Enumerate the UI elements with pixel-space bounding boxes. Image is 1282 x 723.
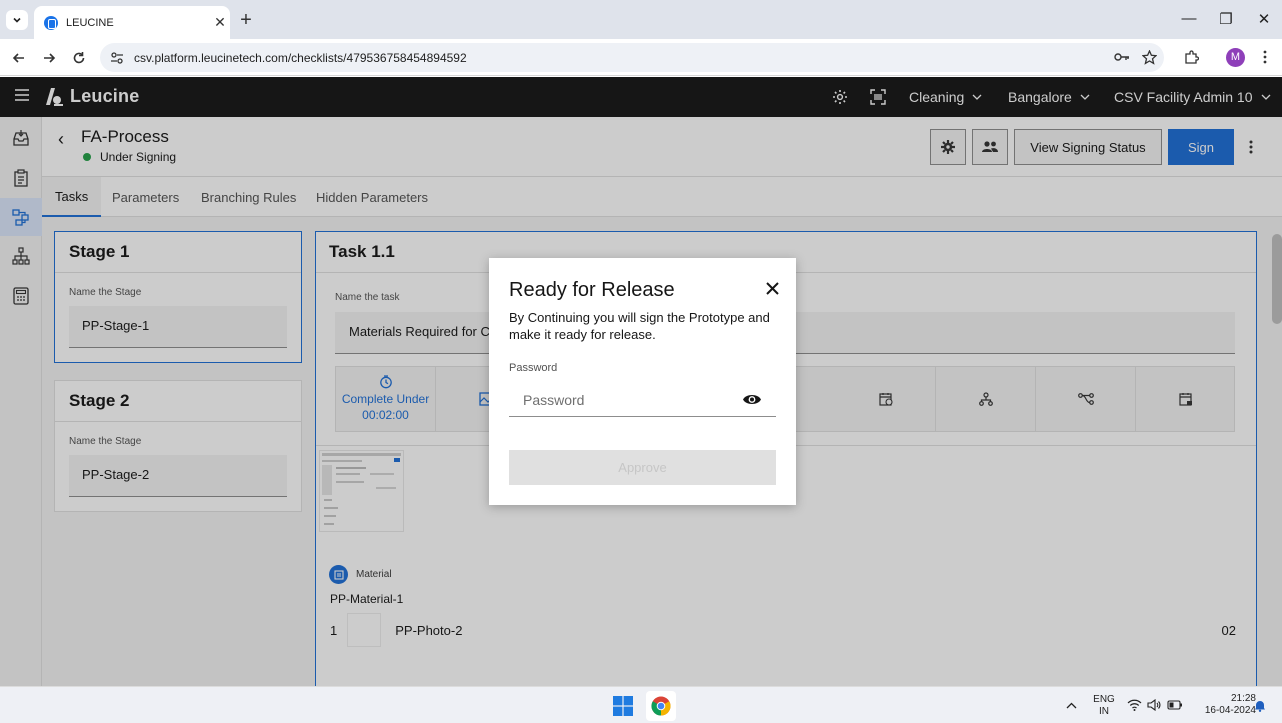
show-password-eye-icon[interactable] [741, 390, 763, 408]
os-taskbar: ENG IN 21:28 16-04-2024 [0, 686, 1282, 723]
password-key-icon[interactable] [1111, 46, 1133, 68]
modal-description: By Continuing you will sign the Prototyp… [509, 310, 770, 342]
password-input[interactable] [509, 383, 776, 417]
tab-close-icon[interactable]: ✕ [210, 14, 230, 31]
browser-toolbar: csv.platform.leucinetech.com/checklists/… [0, 39, 1282, 76]
language-indicator[interactable]: ENG IN [1090, 694, 1118, 718]
browser-tab[interactable]: LEUCINE ✕ [34, 6, 230, 39]
clock-date: 16-04-2024 [1204, 705, 1256, 716]
language-code: ENG [1093, 694, 1115, 705]
wifi-icon[interactable] [1126, 698, 1142, 712]
site-settings-icon[interactable] [110, 51, 124, 65]
browser-tab-title: LEUCINE [66, 16, 114, 29]
chevron-up-icon[interactable] [1064, 698, 1078, 712]
chevron-down-icon [13, 17, 21, 23]
tab-search-button[interactable] [6, 10, 28, 30]
browser-tab-strip: LEUCINE ✕ + — ❐ ✕ [0, 0, 1282, 39]
new-tab-button[interactable]: + [236, 9, 256, 31]
back-arrow-icon[interactable] [8, 47, 30, 69]
extensions-icon[interactable] [1180, 46, 1202, 68]
notification-bell-icon[interactable] [1253, 698, 1267, 712]
volume-icon[interactable] [1146, 698, 1162, 712]
reload-icon[interactable] [68, 47, 90, 69]
battery-icon[interactable] [1166, 698, 1184, 712]
approve-button[interactable]: Approve [509, 450, 776, 485]
close-window-button[interactable]: ✕ [1249, 10, 1279, 28]
windows-start-icon[interactable] [612, 695, 634, 717]
address-bar[interactable]: csv.platform.leucinetech.com/checklists/… [100, 43, 1164, 72]
profile-avatar[interactable]: M [1226, 48, 1245, 67]
clock-time: 21:28 [1230, 693, 1256, 704]
minimize-button[interactable]: — [1174, 10, 1204, 27]
restore-button[interactable]: ❐ [1211, 10, 1241, 28]
forward-arrow-icon[interactable] [38, 47, 60, 69]
chrome-taskbar-icon[interactable] [646, 691, 676, 721]
url-text: csv.platform.leucinetech.com/checklists/… [134, 50, 467, 65]
region-code: IN [1099, 706, 1109, 717]
close-icon[interactable] [762, 278, 782, 298]
ready-for-release-modal: Ready for Release By Continuing you will… [489, 258, 796, 505]
chrome-menu-icon[interactable] [1254, 46, 1276, 68]
modal-title: Ready for Release [509, 279, 675, 301]
clock[interactable]: 21:28 16-04-2024 [1190, 693, 1256, 717]
leucine-favicon-icon [44, 15, 58, 30]
bookmark-star-icon[interactable] [1138, 46, 1160, 68]
password-label: Password [509, 362, 558, 374]
